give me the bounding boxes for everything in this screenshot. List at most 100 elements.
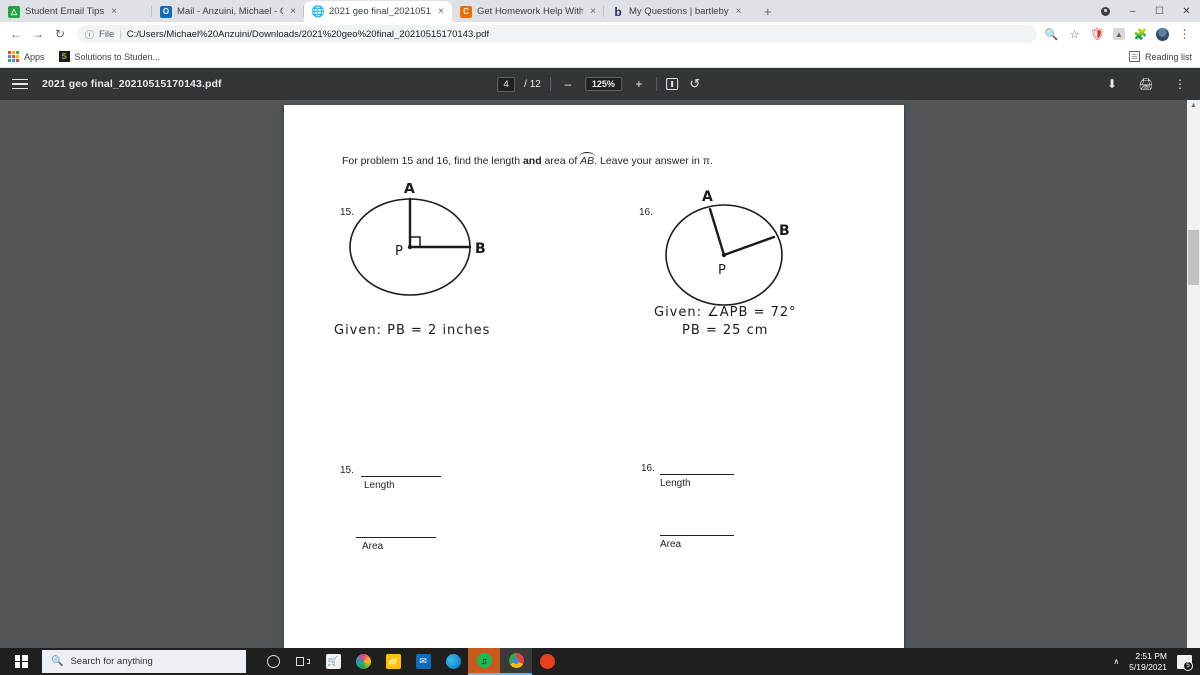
- problem-15-diagram: A B P: [349, 183, 486, 296]
- account-status-icon[interactable]: [1092, 0, 1119, 22]
- zoom-icon[interactable]: 🔍: [1044, 27, 1059, 42]
- notifications-icon[interactable]: [1177, 654, 1193, 671]
- close-window-button[interactable]: ✕: [1173, 0, 1200, 22]
- opera-icon[interactable]: [532, 648, 562, 675]
- reading-list-button[interactable]: ☰ Reading list: [1128, 51, 1192, 62]
- search-icon: 🔍: [51, 656, 64, 667]
- toolbar-icons: 🔍 ☆ 🛡 ▲ 🧩 ⋮: [1044, 27, 1194, 42]
- microsoft-store-icon[interactable]: 🛒: [318, 648, 348, 675]
- problem-16-diagram: A B P: [665, 189, 790, 306]
- svg-text:P: P: [395, 244, 403, 259]
- answer-16-length-label: Length: [660, 478, 691, 489]
- edge-icon[interactable]: [438, 648, 468, 675]
- reload-button[interactable]: ↻: [50, 24, 70, 44]
- rotate-icon[interactable]: ↺: [687, 76, 703, 92]
- task-view-icon[interactable]: [288, 648, 318, 675]
- prompt-text-part3: . Leave your answer in π.: [594, 155, 713, 167]
- maximize-button[interactable]: ☐: [1146, 0, 1173, 22]
- tab-student-email-tips[interactable]: △ Student Email Tips ×: [0, 1, 152, 22]
- svg-text:B: B: [475, 241, 486, 257]
- answer-16-area-label: Area: [660, 539, 682, 550]
- tab-close-icon[interactable]: ×: [588, 6, 598, 17]
- apps-grid-icon: [8, 51, 19, 62]
- clock-date: 5/19/2021: [1129, 661, 1167, 672]
- scroll-up-arrow[interactable]: ▲: [1189, 102, 1198, 110]
- pdf-scrollbar[interactable]: ▲: [1187, 100, 1200, 653]
- pdf-file-name: 2021 geo final_20210515170143.pdf: [42, 78, 222, 90]
- mail-icon[interactable]: ✉: [408, 648, 438, 675]
- answer-15-length-label: Length: [364, 480, 395, 491]
- bookmark-solutions[interactable]: S Solutions to Studen...: [58, 51, 160, 62]
- file-explorer-icon[interactable]: 📁: [378, 648, 408, 675]
- download-icon[interactable]: ⬇: [1104, 77, 1120, 91]
- svg-text:A: A: [702, 189, 713, 205]
- extensions-icon[interactable]: 🧩: [1133, 27, 1148, 42]
- bookmark-star-icon[interactable]: ☆: [1067, 27, 1082, 42]
- prompt-text-part1: For problem 15 and 16, find the length: [342, 155, 523, 167]
- tab-title: Get Homework Help With Chegg: [477, 6, 584, 17]
- answer-16-area-blank[interactable]: [660, 535, 734, 536]
- address-bar[interactable]: ⓘ File | C:/Users/Michael%20Anzuini/Down…: [77, 25, 1037, 43]
- answer-15-area-label: Area: [362, 541, 384, 552]
- profile-avatar[interactable]: [1156, 27, 1169, 41]
- more-options-icon[interactable]: ⋮: [1172, 77, 1188, 91]
- fit-to-page-icon[interactable]: [665, 78, 678, 90]
- zoom-level-label: 125%: [584, 77, 622, 91]
- answer-15-area-blank[interactable]: [356, 537, 436, 538]
- tab-close-icon[interactable]: ×: [109, 6, 119, 17]
- clock-time: 2:51 PM: [1135, 650, 1167, 661]
- answer-15-number: 15.: [340, 465, 354, 476]
- tab-strip: △ Student Email Tips × O Mail - Anzuini,…: [0, 0, 1200, 22]
- info-icon: ⓘ: [85, 29, 95, 40]
- divider: [655, 77, 657, 91]
- show-hidden-icons-chevron[interactable]: ∧: [1113, 657, 1119, 666]
- zoom-in-button[interactable]: +: [631, 77, 647, 91]
- answer-16-length-blank[interactable]: [660, 474, 734, 475]
- svg-text:A: A: [404, 183, 415, 197]
- zoom-out-button[interactable]: –: [560, 77, 576, 91]
- tab-close-icon[interactable]: ×: [288, 6, 298, 17]
- omnibox-divider: |: [119, 28, 122, 40]
- tab-geo-final-pdf[interactable]: 🌐 2021 geo final_20210515170143 ×: [304, 1, 452, 22]
- cortana-icon[interactable]: [258, 648, 288, 675]
- forward-button[interactable]: →: [28, 24, 48, 44]
- back-button[interactable]: ←: [6, 24, 26, 44]
- tab-title: 2021 geo final_20210515170143: [329, 6, 431, 17]
- bartleby-icon: b: [614, 4, 622, 19]
- photos-app-icon[interactable]: [348, 648, 378, 675]
- shield-icon[interactable]: 🛡: [1090, 27, 1105, 42]
- bookmark-label: Apps: [24, 51, 45, 62]
- tab-outlook-mail[interactable]: O Mail - Anzuini, Michael - Outlook ×: [152, 1, 304, 22]
- answer-15-length-blank[interactable]: [361, 476, 441, 477]
- scrollbar-thumb[interactable]: [1188, 230, 1199, 285]
- tab-close-icon[interactable]: ×: [436, 6, 446, 17]
- tab-close-icon[interactable]: ×: [734, 6, 744, 17]
- tab-chegg[interactable]: C Get Homework Help With Chegg ×: [452, 1, 604, 22]
- url-text: C:/Users/Michael%20Anzuini/Downloads/202…: [126, 28, 490, 40]
- clock[interactable]: 2:51 PM 5/19/2021: [1129, 651, 1167, 673]
- windows-start-icon[interactable]: [0, 648, 42, 675]
- chrome-icon[interactable]: [500, 648, 532, 675]
- svg-text:B: B: [779, 223, 790, 239]
- bookmark-apps[interactable]: Apps: [8, 51, 45, 62]
- window-controls: – ☐ ✕: [1092, 0, 1200, 22]
- tab-title: My Questions | bartleby: [629, 6, 729, 17]
- new-tab-button[interactable]: +: [756, 2, 780, 22]
- search-input[interactable]: 🔍 Search for anything: [42, 650, 246, 673]
- pdf-viewport[interactable]: For problem 15 and 16, find the length a…: [0, 100, 1200, 653]
- page-number-input[interactable]: 4: [497, 76, 516, 92]
- print-icon[interactable]: 🖨: [1138, 77, 1154, 91]
- bookmarks-bar: Apps S Solutions to Studen... ☰ Reading …: [0, 46, 1200, 68]
- tab-bartleby[interactable]: b My Questions | bartleby ×: [604, 1, 756, 22]
- spotify-icon[interactable]: ♫: [468, 648, 500, 675]
- arc-ab-notation: AB: [579, 152, 596, 167]
- problem-16-given-line1: Given: ∠APB = 72°: [654, 305, 797, 320]
- cast-icon[interactable]: ▲: [1113, 28, 1125, 40]
- search-placeholder: Search for anything: [70, 656, 153, 667]
- windows-taskbar: 🔍 Search for anything 🛒 📁 ✉ ♫ ∧ 2:51 PM …: [0, 648, 1200, 675]
- tab-title: Student Email Tips: [25, 6, 105, 17]
- hamburger-icon[interactable]: [12, 78, 28, 90]
- minimize-button[interactable]: –: [1119, 0, 1146, 22]
- chrome-menu-icon[interactable]: ⋮: [1177, 27, 1192, 42]
- scheme-label: File: [99, 28, 115, 40]
